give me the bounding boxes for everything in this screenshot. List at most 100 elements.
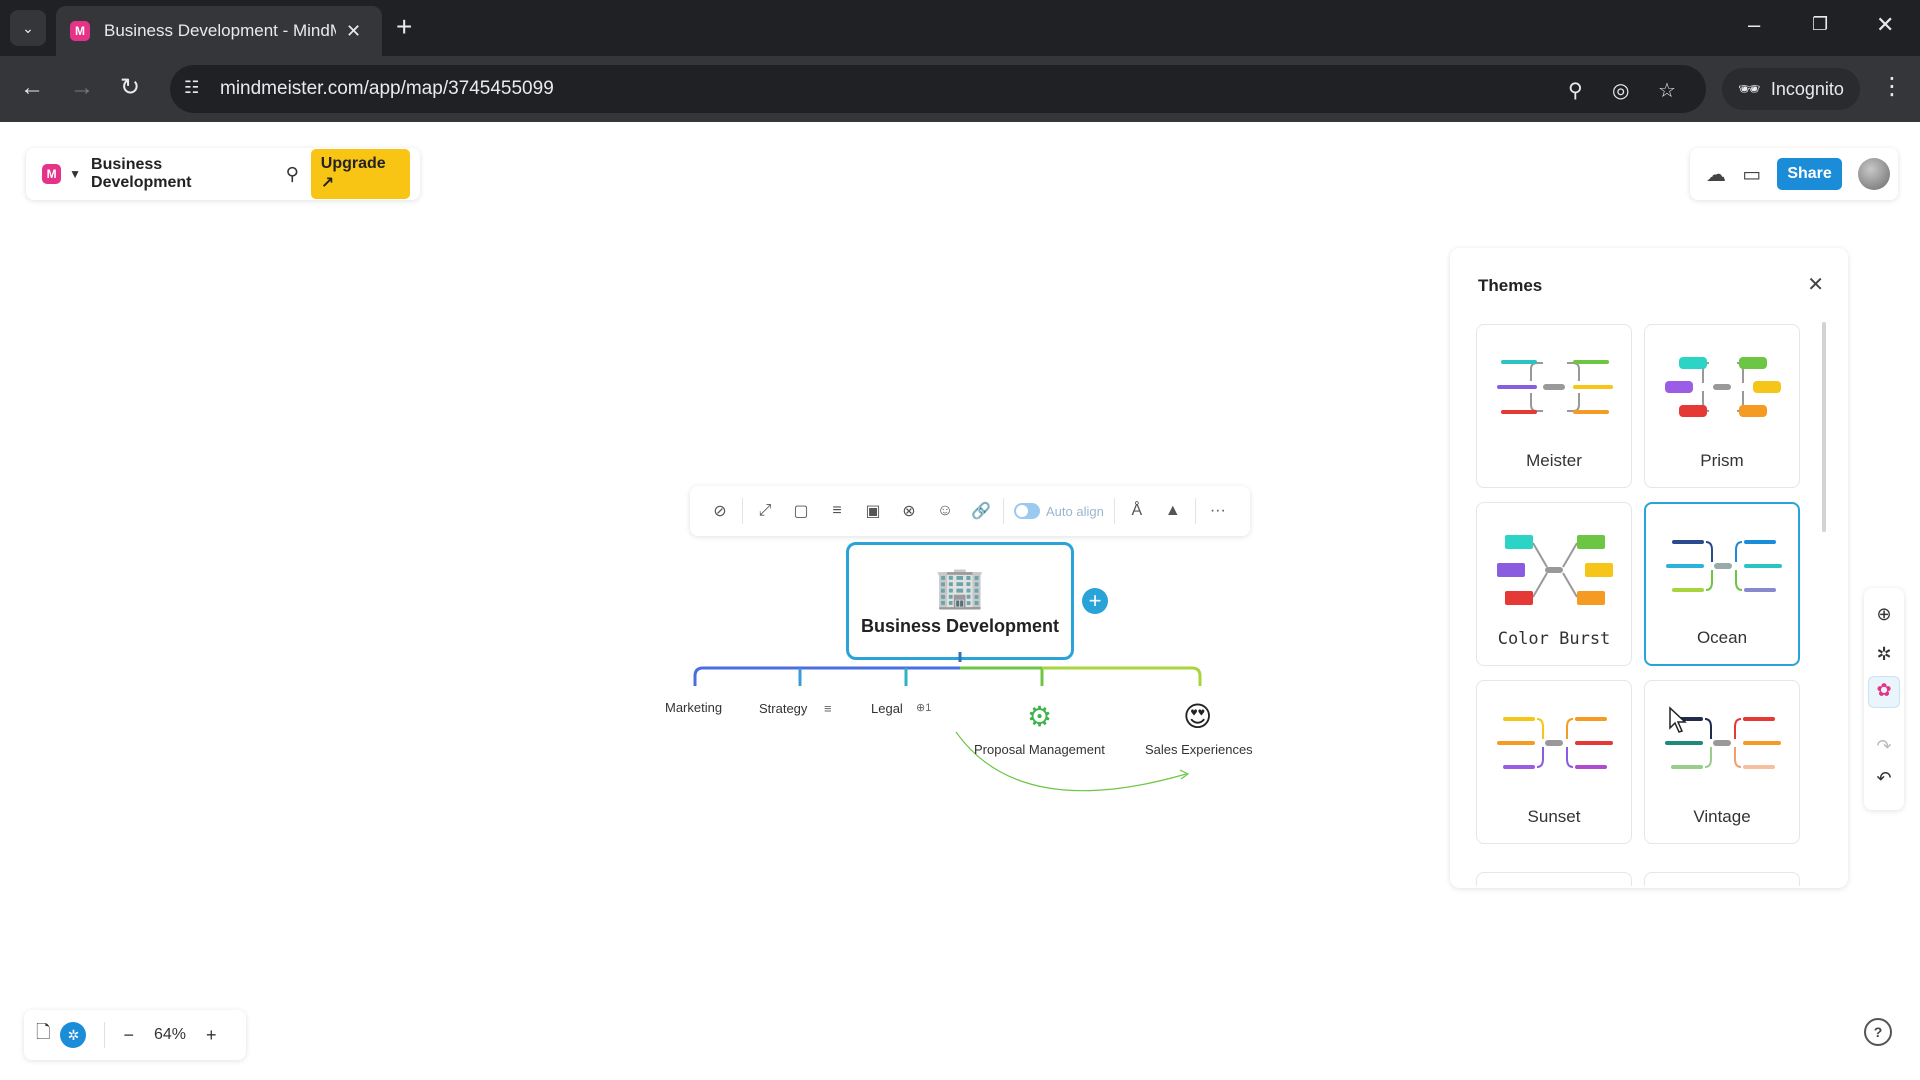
auto-align-toggle[interactable]: Auto align xyxy=(1014,503,1104,519)
toolbar-divider xyxy=(1113,498,1115,524)
chevron-down-icon[interactable]: ▼ xyxy=(69,167,81,181)
search-icon[interactable]: ⚲ xyxy=(286,164,299,185)
forward-arrow-icon[interactable]: → xyxy=(70,74,94,102)
topic-strategy[interactable]: Strategy xyxy=(759,701,807,716)
emoji-icon[interactable]: ☺ xyxy=(927,502,963,520)
layout-tools-icon[interactable]: ✲ xyxy=(1864,644,1904,665)
site-settings-icon[interactable]: ☷ xyxy=(184,78,199,98)
auto-align-label: Auto align xyxy=(1046,503,1104,519)
theme-name: Sunset xyxy=(1527,807,1581,826)
prism-theme-preview-icon xyxy=(1665,357,1781,417)
zoom-magnifier-icon[interactable]: ⚲ xyxy=(1568,78,1583,103)
theme-card-sunset[interactable]: Sunset xyxy=(1476,680,1632,844)
undo-icon[interactable]: ↶ xyxy=(1864,768,1904,789)
toggle-switch[interactable] xyxy=(1014,503,1040,519)
panel-scrollbar[interactable] xyxy=(1822,322,1826,532)
task-check-icon[interactable]: ⊘ xyxy=(702,501,738,521)
toolbar-divider xyxy=(1003,498,1004,524)
add-topic-icon[interactable]: ⊕ xyxy=(1864,604,1904,625)
map-title[interactable]: Business Development xyxy=(91,156,260,192)
browser-tab-bar: ⌄ M Business Development - MindM ✕ + – ❐… xyxy=(0,0,1920,56)
color-burst-theme-preview-icon xyxy=(1497,535,1613,605)
image-icon[interactable]: ▣ xyxy=(855,501,891,521)
node-toolbar: ⊘ ⤢ ▢ ≡ ▣ ⊗ ☺ 🔗 Auto align Å ▲ ··· xyxy=(690,486,1250,536)
mouse-cursor-icon xyxy=(1669,706,1687,733)
branch-connectors xyxy=(693,652,1202,792)
notes-badge-icon: ≡ xyxy=(824,701,832,716)
palette-icon[interactable]: ✿ xyxy=(1864,680,1904,701)
restore-window-icon[interactable]: ❐ xyxy=(1812,14,1828,35)
topic-proposal-management[interactable]: Proposal Management xyxy=(974,742,1105,757)
back-arrow-icon[interactable]: ← xyxy=(20,74,44,102)
mindmap-view-icon[interactable]: ✲ xyxy=(60,1022,87,1048)
bookmark-star-icon[interactable]: ☆ xyxy=(1658,78,1676,103)
connect-line-icon[interactable]: ⤢ xyxy=(747,502,783,520)
topic-sales-experiences[interactable]: Sales Experiences xyxy=(1145,742,1253,757)
mindmeister-logo-icon[interactable]: M xyxy=(42,164,62,184)
url-omnibox[interactable]: ☷ mindmeister.com/app/map/3745455099 ⚲ ◎… xyxy=(170,65,1706,113)
help-icon[interactable]: ? xyxy=(1864,1018,1892,1046)
outline-view-icon[interactable]: 🗋 xyxy=(36,1020,50,1050)
view-zoom-controls: 🗋 ✲ − 64% + xyxy=(24,1010,246,1060)
new-tab-button[interactable]: + xyxy=(396,12,412,42)
cloud-upload-icon[interactable]: ☁ xyxy=(1706,162,1726,187)
central-topic-title: Business Development xyxy=(860,615,1060,636)
redo-icon[interactable]: ↷ xyxy=(1864,736,1904,757)
minimize-window-icon[interactable]: – xyxy=(1748,12,1760,38)
theme-card-ocean[interactable]: Ocean xyxy=(1644,502,1800,666)
reload-icon[interactable]: ↻ xyxy=(120,74,140,102)
topic-marketing[interactable]: Marketing xyxy=(665,700,722,715)
incognito-label: Incognito xyxy=(1770,78,1844,99)
share-button[interactable]: Share xyxy=(1777,158,1842,190)
theme-card-vintage[interactable]: Vintage xyxy=(1644,680,1800,844)
attachment-icon[interactable]: ⊗ xyxy=(891,501,927,521)
add-child-button[interactable]: + xyxy=(1082,588,1108,614)
theme-name: Prism xyxy=(1700,451,1744,470)
browser-menu-icon[interactable]: ⋮ xyxy=(1880,72,1904,101)
tab-search-button[interactable]: ⌄ xyxy=(10,10,46,46)
zoom-out-icon[interactable]: − xyxy=(123,1025,134,1046)
upgrade-button[interactable]: Upgrade ↗ xyxy=(310,149,410,199)
mindmeister-app: M ▼ Business Development ⚲ Upgrade ↗ ☁ ▭… xyxy=(0,122,1920,1080)
comment-icon[interactable]: ▢ xyxy=(783,501,819,521)
sunset-theme-preview-icon xyxy=(1497,717,1613,769)
topic-legal[interactable]: Legal xyxy=(871,701,903,716)
avatar[interactable] xyxy=(1857,158,1890,190)
theme-name: Vintage xyxy=(1693,807,1751,826)
close-window-icon[interactable]: ✕ xyxy=(1876,12,1894,38)
heart-eyes-emoji-icon: 😍 xyxy=(1183,701,1213,732)
theme-card-color-burst[interactable]: Color Burst xyxy=(1476,502,1632,666)
zoom-in-icon[interactable]: + xyxy=(206,1025,217,1046)
branch-proposal xyxy=(960,666,1044,686)
map-title-card: M ▼ Business Development ⚲ Upgrade ↗ xyxy=(26,148,420,200)
tab-title: Business Development - MindM xyxy=(104,21,336,40)
attachment-count-badge: ⊕1 xyxy=(916,702,932,714)
browser-tab-active[interactable]: M Business Development - MindM ✕ xyxy=(56,6,382,56)
branch-marketing xyxy=(693,666,960,686)
link-icon[interactable]: 🔗 xyxy=(963,501,999,521)
more-options-icon[interactable]: ··· xyxy=(1200,502,1236,520)
presentation-icon[interactable]: ▭ xyxy=(1742,162,1761,187)
incognito-icon: 🕶 xyxy=(1738,78,1761,99)
url-text[interactable]: mindmeister.com/app/map/3745455099 xyxy=(220,78,554,100)
theme-name: Color Burst xyxy=(1497,629,1611,649)
fill-color-icon[interactable]: ▲ xyxy=(1155,502,1191,520)
browser-address-bar: ← → ↻ ☷ mindmeister.com/app/map/37454550… xyxy=(0,56,1920,122)
close-icon[interactable]: ✕ xyxy=(1807,272,1824,297)
gear-person-icon: ⚙ xyxy=(1027,701,1053,732)
top-right-actions: ☁ ▭ Share xyxy=(1690,148,1898,200)
text-style-icon[interactable]: Å xyxy=(1119,502,1155,520)
central-topic-node[interactable]: 🏢 Business Development xyxy=(846,542,1074,660)
theme-card-meister[interactable]: Meister xyxy=(1476,324,1632,488)
theme-card-prism[interactable]: Prism xyxy=(1644,324,1800,488)
tracking-eye-off-icon[interactable]: ◎ xyxy=(1612,78,1629,103)
tab-close-icon[interactable]: ✕ xyxy=(346,21,361,42)
theme-card-partial[interactable] xyxy=(1476,872,1632,886)
theme-card-partial[interactable] xyxy=(1644,872,1800,886)
zoom-level[interactable]: 64% xyxy=(154,1026,186,1044)
incognito-badge[interactable]: 🕶 Incognito xyxy=(1722,68,1860,110)
branch-sales xyxy=(1042,666,1202,686)
notes-icon[interactable]: ≡ xyxy=(819,502,855,520)
ocean-theme-preview-icon xyxy=(1666,540,1782,592)
theme-name: Meister xyxy=(1526,451,1582,470)
